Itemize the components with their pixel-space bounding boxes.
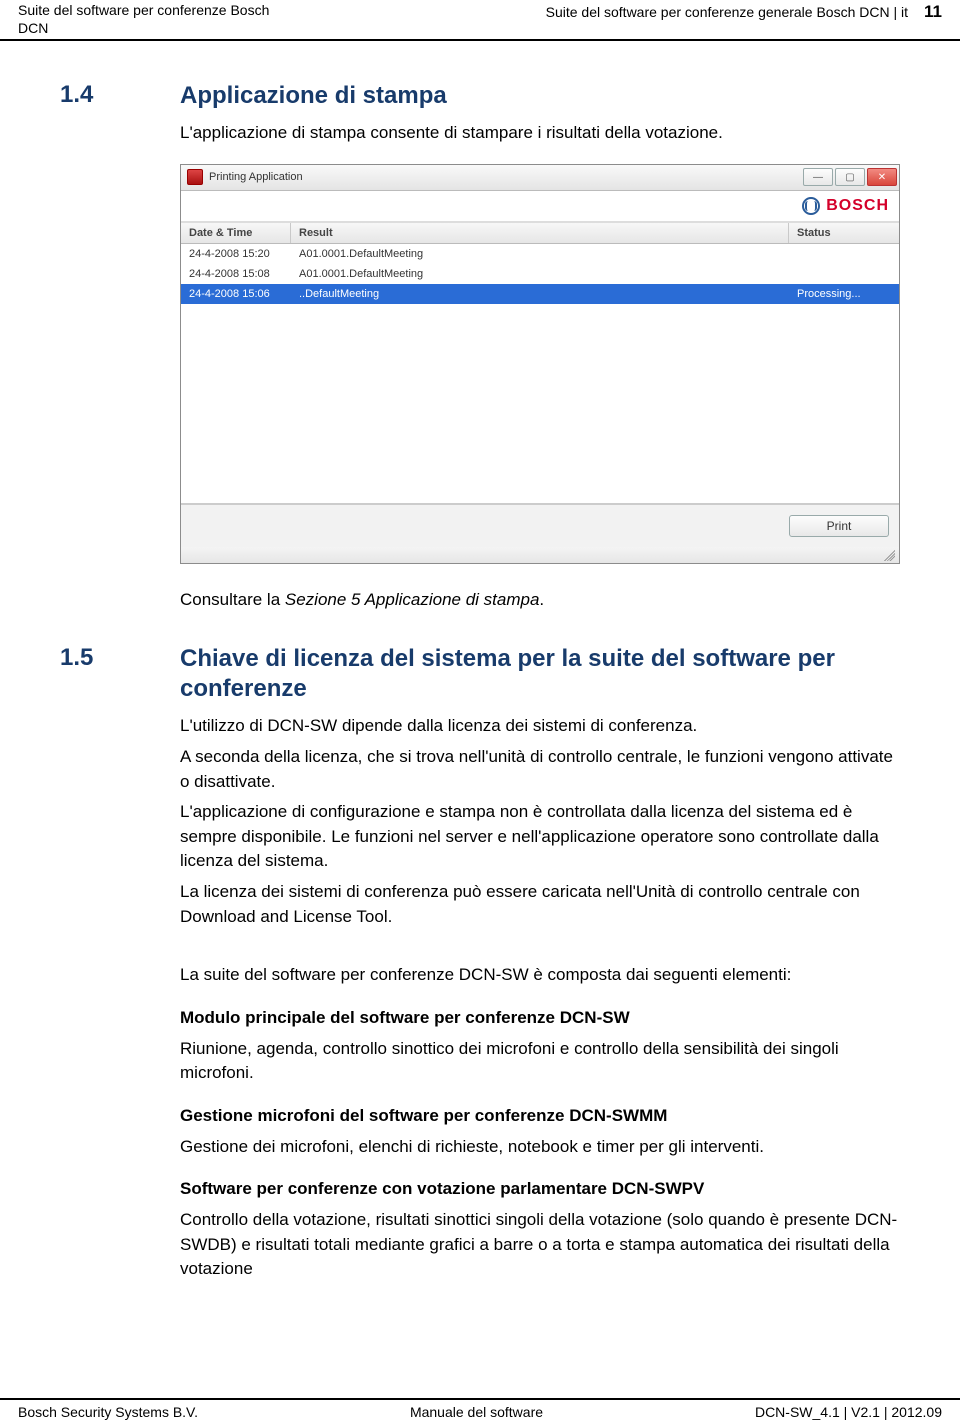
section-1-5-header: 1.5 Chiave di licenza del sistema per la… <box>60 644 900 704</box>
section-number: 1.5 <box>60 644 140 704</box>
module-2-body: Gestione dei microfoni, elenchi di richi… <box>180 1135 900 1160</box>
footer-left: Bosch Security Systems B.V. <box>18 1404 198 1420</box>
table-row-selected[interactable]: 24-4-2008 15:06 ..DefaultMeeting Process… <box>181 284 899 304</box>
printing-app-screenshot: Printing Application — ▢ ✕ BOSCH Date & … <box>180 164 900 564</box>
module-3-heading: Software per conferenze con votazione pa… <box>180 1177 900 1202</box>
col-header-result[interactable]: Result <box>291 223 789 243</box>
doc-header: Suite del software per conferenze Bosch … <box>0 0 960 41</box>
close-button[interactable]: ✕ <box>867 168 897 186</box>
footer-center: Manuale del software <box>410 1404 543 1420</box>
brand-row: BOSCH <box>181 191 899 222</box>
consult-text: Consultare la Sezione 5 Applicazione di … <box>180 588 900 613</box>
module-2-heading: Gestione microfoni del software per conf… <box>180 1104 900 1129</box>
cell-status <box>789 246 899 262</box>
consult-line: Consultare la Sezione 5 Applicazione di … <box>180 588 900 613</box>
sec15-p4: La licenza dei sistemi di conferenza può… <box>180 880 900 929</box>
section-title: Chiave di licenza del sistema per la sui… <box>180 644 900 704</box>
page-number: 11 <box>924 2 942 22</box>
resize-grip-icon[interactable] <box>881 547 895 561</box>
module-1-heading: Modulo principale del software per confe… <box>180 1006 900 1031</box>
section-title: Applicazione di stampa <box>180 81 447 111</box>
content: 1.4 Applicazione di stampa L'applicazion… <box>0 41 960 1282</box>
header-breadcrumb: Suite del software per conferenze genera… <box>546 4 908 20</box>
cell-result: ..DefaultMeeting <box>291 286 789 302</box>
print-button[interactable]: Print <box>789 515 889 537</box>
consult-ital: Sezione 5 Applicazione di stampa <box>285 590 540 609</box>
sec15-p5: La suite del software per conferenze DCN… <box>180 963 900 988</box>
module-1-body: Riunione, agenda, controllo sinottico de… <box>180 1037 900 1086</box>
bottom-bar: Print <box>181 504 899 547</box>
table-row[interactable]: 24-4-2008 15:08 A01.0001.DefaultMeeting <box>181 264 899 284</box>
cell-date: 24-4-2008 15:20 <box>181 246 291 262</box>
col-header-status[interactable]: Status <box>789 223 899 243</box>
window: Printing Application — ▢ ✕ BOSCH Date & … <box>180 164 900 564</box>
section-number: 1.4 <box>60 81 140 111</box>
col-header-date[interactable]: Date & Time <box>181 223 291 243</box>
grid-body: 24-4-2008 15:20 A01.0001.DefaultMeeting … <box>181 244 899 504</box>
section-1-5-body: L'utilizzo di DCN-SW dipende dalla licen… <box>180 714 900 1282</box>
status-strip <box>181 547 899 563</box>
bosch-logo-icon <box>802 197 820 215</box>
titlebar: Printing Application — ▢ ✕ <box>181 165 899 191</box>
footer-right: DCN-SW_4.1 | V2.1 | 2012.09 <box>755 1404 942 1420</box>
app-icon <box>187 169 203 185</box>
module-3-body: Controllo della votazione, risultati sin… <box>180 1208 900 1282</box>
table-row[interactable]: 24-4-2008 15:20 A01.0001.DefaultMeeting <box>181 244 899 264</box>
window-buttons: — ▢ ✕ <box>801 168 897 186</box>
cell-result: A01.0001.DefaultMeeting <box>291 266 789 282</box>
header-left: Suite del software per conferenze Bosch … <box>18 2 269 37</box>
section-1-4-body: L'applicazione di stampa consente di sta… <box>180 121 900 146</box>
cell-date: 24-4-2008 15:06 <box>181 286 291 302</box>
header-title-line2: DCN <box>18 20 269 38</box>
sec15-p3: L'applicazione di configurazione e stamp… <box>180 800 900 874</box>
doc-footer: Bosch Security Systems B.V. Manuale del … <box>0 1398 960 1422</box>
minimize-button[interactable]: — <box>803 168 833 186</box>
section-1-4-header: 1.4 Applicazione di stampa <box>60 81 900 111</box>
window-title: Printing Application <box>209 171 801 183</box>
bosch-wordmark: BOSCH <box>826 197 889 215</box>
consult-post: . <box>539 590 544 609</box>
header-right: Suite del software per conferenze genera… <box>546 2 942 22</box>
page: Suite del software per conferenze Bosch … <box>0 0 960 1422</box>
cell-result: A01.0001.DefaultMeeting <box>291 246 789 262</box>
consult-pre: Consultare la <box>180 590 285 609</box>
cell-date: 24-4-2008 15:08 <box>181 266 291 282</box>
section-1-4-intro: L'applicazione di stampa consente di sta… <box>180 121 900 146</box>
header-title-line1: Suite del software per conferenze Bosch <box>18 2 269 20</box>
maximize-button[interactable]: ▢ <box>835 168 865 186</box>
cell-status <box>789 266 899 282</box>
cell-status: Processing... <box>789 286 899 302</box>
sec15-p1: L'utilizzo di DCN-SW dipende dalla licen… <box>180 714 900 739</box>
grid-header: Date & Time Result Status <box>181 222 899 244</box>
sec15-p2: A seconda della licenza, che si trova ne… <box>180 745 900 794</box>
